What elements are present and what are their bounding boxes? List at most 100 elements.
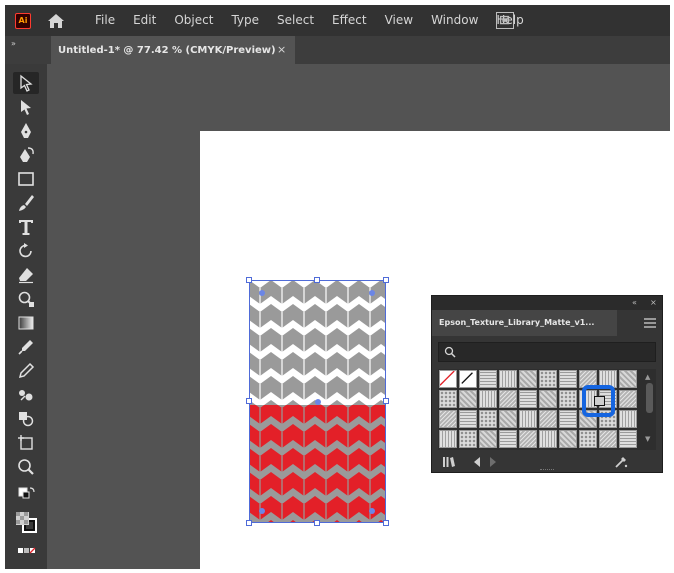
panel-collapse-icon[interactable]: « — [632, 296, 637, 310]
corner-widget-bottom-left[interactable] — [259, 508, 265, 514]
default-fill-stroke-icon[interactable] — [13, 484, 39, 506]
scroll-down-icon[interactable]: ▼ — [645, 435, 650, 443]
swatch-item[interactable] — [499, 370, 517, 388]
corner-widget-bottom-right[interactable] — [369, 508, 375, 514]
swatch-item[interactable] — [519, 370, 537, 388]
eyedropper-tool-icon[interactable] — [13, 336, 39, 358]
swatch-item[interactable] — [539, 410, 557, 428]
swatch-item[interactable] — [459, 410, 477, 428]
swatch-item[interactable] — [559, 410, 577, 428]
artboard-tool-icon[interactable] — [13, 432, 39, 454]
resize-handle-bottom-right[interactable] — [383, 520, 389, 526]
selection-tool-icon[interactable] — [13, 72, 39, 94]
swatch-item[interactable] — [539, 390, 557, 408]
pencil-tool-icon[interactable] — [13, 360, 39, 382]
previous-library-icon[interactable] — [472, 455, 482, 469]
swatch-item[interactable] — [479, 430, 497, 448]
swatch-scrollbar[interactable]: ▲ ▼ — [643, 369, 656, 450]
zoom-tool-icon[interactable] — [13, 456, 39, 478]
paintbrush-tool-icon[interactable] — [13, 192, 39, 214]
swatch-item[interactable] — [519, 410, 537, 428]
swatch-registration[interactable] — [459, 370, 477, 388]
swatch-item[interactable] — [559, 430, 577, 448]
panel-resize-grip[interactable] — [540, 469, 554, 471]
corner-widget-top-left[interactable] — [259, 290, 265, 296]
menu-file[interactable]: File — [95, 5, 124, 36]
resize-handle-bottom-left[interactable] — [246, 520, 252, 526]
swatch-item[interactable] — [499, 410, 517, 428]
canvas-area[interactable]: « × Epson_Texture_Library_Matte_v1... ▲ … — [47, 64, 670, 569]
eraser-tool-icon[interactable] — [13, 264, 39, 286]
menu-object[interactable]: Object — [165, 5, 222, 36]
resize-handle-left[interactable] — [246, 398, 252, 404]
swatch-item[interactable] — [539, 430, 557, 448]
pen-tool-icon[interactable] — [13, 120, 39, 142]
panel-menu-icon[interactable] — [644, 318, 656, 328]
menu-effect[interactable]: Effect — [323, 5, 376, 36]
resize-handle-top-right[interactable] — [383, 277, 389, 283]
swatch-item[interactable] — [599, 430, 617, 448]
illustrator-window: Ai File Edit Object Type Select Effect V… — [5, 5, 670, 569]
swatch-item[interactable] — [619, 390, 637, 408]
swatch-item[interactable] — [519, 390, 537, 408]
swatch-item[interactable] — [499, 390, 517, 408]
swatch-item[interactable] — [459, 390, 477, 408]
next-library-icon[interactable] — [488, 455, 498, 469]
swatch-item[interactable] — [539, 370, 557, 388]
swatch-item[interactable] — [619, 410, 637, 428]
home-icon[interactable] — [47, 12, 65, 30]
swatch-item[interactable] — [459, 430, 477, 448]
swatch-item[interactable] — [439, 410, 457, 428]
rectangle-tool-icon[interactable] — [13, 168, 39, 190]
selected-swatch-highlight[interactable] — [582, 385, 615, 417]
resize-handle-top-left[interactable] — [246, 277, 252, 283]
menu-view[interactable]: View — [376, 5, 422, 36]
swatch-item[interactable] — [439, 430, 457, 448]
swatch-item[interactable] — [559, 370, 577, 388]
scroll-up-icon[interactable]: ▲ — [645, 373, 650, 381]
type-tool-icon[interactable] — [13, 216, 39, 238]
rotate-tool-icon[interactable] — [13, 240, 39, 262]
direct-selection-tool-icon[interactable] — [13, 96, 39, 118]
resize-handle-bottom[interactable] — [314, 520, 320, 526]
zoom-select-tool-icon[interactable] — [13, 288, 39, 310]
blend-tool-icon[interactable] — [13, 384, 39, 406]
swatch-item[interactable] — [579, 430, 597, 448]
swatch-libraries-menu-icon[interactable] — [442, 455, 456, 469]
color-none-mode-icon[interactable] — [13, 540, 39, 562]
selected-swatch[interactable] — [594, 396, 605, 406]
menu-select[interactable]: Select — [268, 5, 323, 36]
panel-tab[interactable]: Epson_Texture_Library_Matte_v1... — [432, 310, 617, 336]
panel-title-bar[interactable]: « × — [432, 296, 662, 310]
toolbar-collapse-icon[interactable]: » — [11, 39, 16, 48]
menu-edit[interactable]: Edit — [124, 5, 165, 36]
swatch-item[interactable] — [559, 390, 577, 408]
swatch-item[interactable] — [479, 410, 497, 428]
gradient-tool-icon[interactable] — [13, 312, 39, 334]
swatch-item[interactable] — [479, 370, 497, 388]
panel-options-icon[interactable] — [614, 455, 628, 469]
corner-widget-top-right[interactable] — [369, 290, 375, 296]
document-tab[interactable]: Untitled-1* @ 77.42 % (CMYK/Preview) × — [51, 36, 295, 64]
swatch-item[interactable] — [499, 430, 517, 448]
swatch-item[interactable] — [479, 390, 497, 408]
center-point — [315, 399, 321, 405]
menu-type[interactable]: Type — [222, 5, 268, 36]
swatch-item[interactable] — [619, 370, 637, 388]
resize-handle-right[interactable] — [383, 398, 389, 404]
swatch-search-input[interactable] — [438, 342, 656, 362]
menu-window[interactable]: Window — [422, 5, 487, 36]
tab-close-icon[interactable]: × — [277, 43, 286, 56]
swatch-none[interactable] — [439, 370, 457, 388]
fill-stroke-swatch-icon[interactable] — [13, 508, 39, 536]
curvature-tool-icon[interactable] — [13, 144, 39, 166]
arrange-documents-icon[interactable] — [496, 12, 514, 29]
tools-panel — [5, 64, 47, 569]
swatch-item[interactable] — [519, 430, 537, 448]
swatch-item[interactable] — [619, 430, 637, 448]
resize-handle-top[interactable] — [314, 277, 320, 283]
panel-close-icon[interactable]: × — [650, 296, 657, 310]
swatch-item[interactable] — [439, 390, 457, 408]
shape-builder-tool-icon[interactable] — [13, 408, 39, 430]
scroll-thumb[interactable] — [646, 383, 653, 413]
